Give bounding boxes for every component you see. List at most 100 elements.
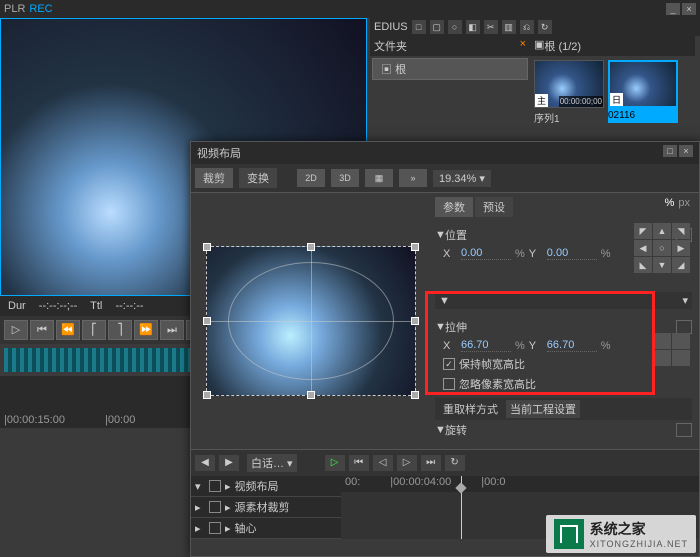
loop-button[interactable]: ↻ [445, 455, 465, 471]
speed-dropdown[interactable]: 白话… ▾ [247, 454, 297, 472]
ignore-pixel-aspect-label: 忽略像素宽高比 [459, 376, 536, 392]
stretch-x-input[interactable]: 66.70 [461, 339, 511, 352]
crop-handle[interactable] [411, 243, 419, 251]
folder-panel-header: 文件夹 × [370, 36, 530, 56]
nudge-sw[interactable]: ◣ [634, 257, 652, 273]
crop-handle[interactable] [203, 391, 211, 399]
bin-clip[interactable]: 主 00:00:00;00 序列1 [534, 60, 604, 127]
zoom-dropdown[interactable]: 19.34% ▾ [433, 170, 491, 187]
nudge-ne[interactable]: ◥ [672, 223, 690, 239]
nudge-e[interactable]: ▶ [672, 240, 690, 256]
fit-button[interactable] [653, 333, 671, 349]
track-enable-checkbox[interactable] [209, 480, 221, 492]
crop-handle[interactable] [411, 317, 419, 325]
resample-dropdown[interactable]: 当前工程设置 [506, 400, 580, 418]
nudge-se[interactable]: ◢ [672, 257, 690, 273]
maximize-icon[interactable]: □ [663, 145, 677, 157]
tool-icon[interactable]: ⎌ [520, 20, 534, 34]
disclosure-icon[interactable]: ▾ [195, 480, 205, 493]
rew-button[interactable]: ⏪ [56, 320, 80, 340]
keyframe-toggle[interactable] [676, 423, 692, 437]
tool-icon[interactable]: ○ [448, 20, 462, 34]
dialog-titlebar[interactable]: 视频布局 □ × [191, 142, 699, 164]
goto-start-button[interactable]: ⏮ [349, 455, 369, 471]
next-kf-button[interactable]: ▶ [219, 455, 239, 471]
bin-tab[interactable]: 根 (1/2) [544, 38, 581, 54]
disclosure-icon[interactable]: ▸ [195, 501, 205, 514]
nudge-n[interactable]: ▲ [653, 223, 671, 239]
tab-transform[interactable]: 变换 [239, 168, 277, 188]
disclosure-icon[interactable]: ▼ [435, 321, 445, 333]
fit-button[interactable] [672, 333, 690, 349]
minimize-icon[interactable]: _ [666, 3, 680, 15]
tab-crop[interactable]: 裁剪 [195, 168, 233, 188]
disclosure-icon[interactable]: ▼ [435, 229, 445, 241]
tool-icon[interactable]: □ [412, 20, 426, 34]
prev-kf-button[interactable]: ◀ [195, 455, 215, 471]
fit-button[interactable] [672, 350, 690, 366]
bin-clip[interactable]: 日 02116 [608, 60, 678, 127]
position-y-input[interactable]: 0.00 [547, 247, 597, 260]
play-button[interactable]: ▷ [325, 455, 345, 471]
stretch-label: 拉伸 [445, 319, 467, 335]
fit-button[interactable] [653, 350, 671, 366]
ff-button[interactable]: ⏩ [134, 320, 158, 340]
mode-3d-button[interactable]: 3D [331, 169, 359, 187]
anchor-section-header[interactable]: ▼ ▾ [435, 292, 692, 309]
unit-percent[interactable]: % [665, 197, 675, 209]
unit-toggle: % px [665, 197, 690, 209]
next-button[interactable]: ⏭ [160, 320, 184, 340]
tab-preset[interactable]: 预设 [475, 197, 513, 217]
rotate-section-header[interactable]: ▼ 旋转 [435, 420, 692, 440]
track-enable-checkbox[interactable] [209, 501, 221, 513]
goto-end-button[interactable]: ⏭ [421, 455, 441, 471]
clip-thumbnail: 主 00:00:00;00 [534, 60, 604, 108]
tool-icon[interactable]: ▢ [430, 20, 444, 34]
keyframe-timeline[interactable]: 00: |00:00:04:00 |00:0 [341, 476, 699, 539]
nudge-nw[interactable]: ◤ [634, 223, 652, 239]
mode-2d-button[interactable]: 2D [297, 169, 325, 187]
track-source-crop[interactable]: ▸ ▸ 源素材裁剪 [191, 497, 341, 518]
guide-toggle-icon[interactable]: ▦ [365, 169, 393, 187]
dialog-footer: ◀ ▶ 白话… ▾ ▷ ⏮ ◁ ▷ ⏭ ↻ ▾ ▸ 视频布局 ▸ [191, 449, 699, 539]
mark-in-button[interactable]: ⎡ [82, 320, 106, 340]
track-axis[interactable]: ▸ ▸ 轴心 [191, 518, 341, 539]
ignore-pixel-aspect-checkbox[interactable] [443, 378, 455, 390]
panel-close-icon[interactable]: × [520, 38, 526, 54]
nudge-s[interactable]: ▼ [653, 257, 671, 273]
crop-handle[interactable] [307, 391, 315, 399]
close-icon[interactable]: × [682, 3, 696, 15]
crop-handle[interactable] [411, 391, 419, 399]
tool-icon[interactable]: ◧ [466, 20, 480, 34]
plr-title: PLR [4, 3, 25, 15]
prev-button[interactable]: ⏮ [30, 320, 54, 340]
crop-canvas[interactable] [206, 246, 416, 396]
chevron-right-icon[interactable]: » [399, 169, 427, 187]
tab-params[interactable]: 参数 [435, 197, 473, 217]
keyframe-toggle[interactable] [676, 320, 692, 334]
step-fwd-button[interactable]: ▷ [397, 455, 417, 471]
unit-pixel[interactable]: px [678, 197, 690, 209]
tool-icon[interactable]: ▥ [502, 20, 516, 34]
close-icon[interactable]: × [679, 145, 693, 157]
nudge-center[interactable]: ○ [653, 240, 671, 256]
step-back-button[interactable]: ◁ [373, 455, 393, 471]
tool-icon[interactable]: ↻ [538, 20, 552, 34]
play-button[interactable]: ▷ [4, 320, 28, 340]
crop-handle[interactable] [307, 243, 315, 251]
crop-handle[interactable] [203, 243, 211, 251]
keep-aspect-checkbox[interactable] [443, 358, 455, 370]
folder-tab[interactable]: 文件夹 [374, 38, 407, 54]
position-x-input[interactable]: 0.00 [461, 247, 511, 260]
dur-label: Dur [8, 300, 26, 312]
bin-root-folder[interactable]: ▣ 根 [372, 58, 528, 80]
disclosure-icon[interactable]: ▸ [195, 522, 205, 535]
track-video-layout[interactable]: ▾ ▸ 视频布局 [191, 476, 341, 497]
cut-icon[interactable]: ✂ [484, 20, 498, 34]
properties-panel: 参数 预设 % px ◤▲◥ ◀○▶ ◣▼◢ ▼ 位置 X [431, 193, 696, 449]
stretch-y-input[interactable]: 66.70 [547, 339, 597, 352]
crop-handle[interactable] [203, 317, 211, 325]
nudge-w[interactable]: ◀ [634, 240, 652, 256]
track-enable-checkbox[interactable] [209, 522, 221, 534]
mark-out-button[interactable]: ⎤ [108, 320, 132, 340]
